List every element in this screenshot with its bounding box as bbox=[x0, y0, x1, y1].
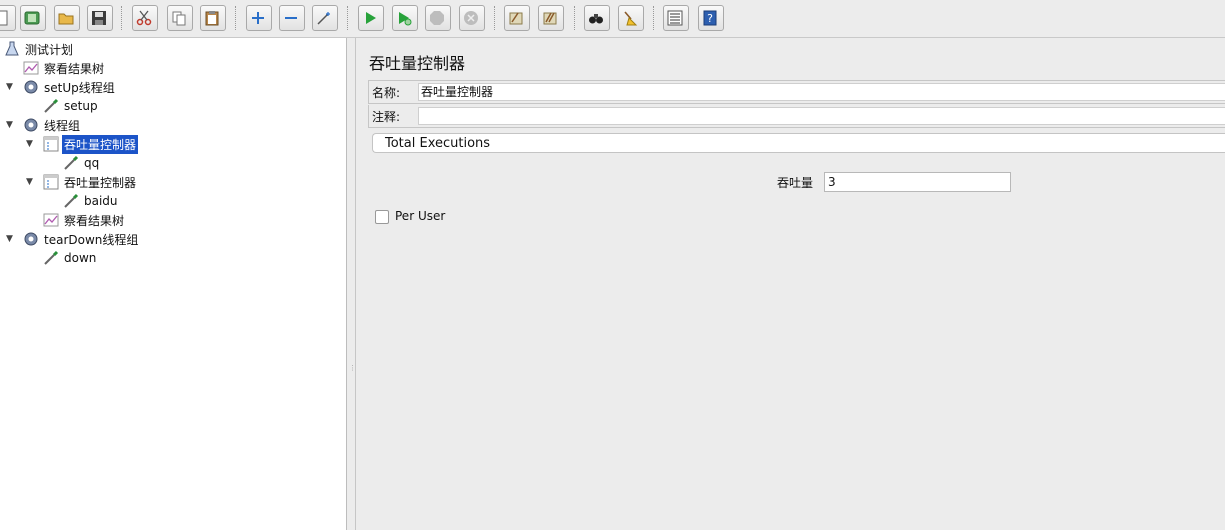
expand-arrow-icon[interactable]: ▼ bbox=[26, 177, 33, 187]
pipette-icon bbox=[64, 155, 79, 170]
flask-icon bbox=[5, 41, 19, 56]
clear-all-button[interactable] bbox=[538, 5, 564, 31]
save-button[interactable] bbox=[87, 5, 113, 31]
comment-label: 注释: bbox=[372, 110, 401, 124]
tree-node-label: baidu bbox=[84, 194, 118, 208]
gear-icon bbox=[24, 232, 38, 246]
pipette-icon bbox=[64, 193, 79, 208]
tree-node-baidu-sampler[interactable]: baidu bbox=[63, 192, 120, 210]
per-user-checkbox[interactable] bbox=[375, 210, 389, 224]
controller-icon bbox=[43, 136, 59, 152]
reset-search-button[interactable] bbox=[618, 5, 644, 31]
controller-icon bbox=[43, 174, 59, 190]
binoculars-icon bbox=[588, 14, 603, 24]
graph-icon bbox=[23, 61, 39, 75]
tree-node-label: setup bbox=[64, 99, 98, 113]
broom-clear-all-icon bbox=[543, 12, 556, 25]
tree-node-label: setUp线程组 bbox=[44, 80, 115, 95]
tree-node-label: 察看结果树 bbox=[44, 61, 105, 76]
gear-icon bbox=[24, 80, 38, 94]
list-icon bbox=[667, 10, 682, 26]
tree-node-label: qq bbox=[84, 156, 100, 170]
copy-icon bbox=[172, 11, 185, 26]
start-no-pauses-button[interactable] bbox=[392, 5, 418, 31]
tree-node-throughput-controller[interactable]: 吞吐量控制器 bbox=[43, 173, 138, 191]
gear-icon bbox=[24, 118, 38, 132]
tree-node-setup-thread-group[interactable]: setUp线程组 bbox=[23, 78, 117, 96]
templates-button[interactable] bbox=[20, 5, 46, 31]
stop-icon bbox=[429, 11, 444, 25]
floppy-disk-icon bbox=[91, 11, 106, 25]
new-plan-button[interactable] bbox=[0, 5, 16, 31]
expand-arrow-icon[interactable]: ▼ bbox=[26, 139, 33, 149]
name-row: 名称: 吞吐量控制器 bbox=[368, 80, 1225, 104]
comment-input[interactable] bbox=[418, 107, 1225, 125]
tree-node-thread-group[interactable]: 线程组 bbox=[23, 116, 82, 134]
expand-arrow-icon[interactable]: ▼ bbox=[6, 82, 13, 92]
open-button[interactable] bbox=[54, 5, 80, 31]
tree-node-qq-sampler[interactable]: qq bbox=[63, 154, 101, 172]
tree-node-label: tearDown线程组 bbox=[44, 232, 139, 247]
throughput-label: 吞吐量 bbox=[777, 176, 814, 190]
execution-mode-select[interactable]: Total Executions bbox=[372, 133, 1225, 153]
tree-node-label: 测试计划 bbox=[25, 42, 74, 57]
minus-icon bbox=[284, 17, 297, 19]
folder-open-icon bbox=[58, 13, 73, 25]
templates-icon bbox=[24, 11, 39, 25]
plus-icon bbox=[251, 12, 264, 24]
tree-node-view-results-tree[interactable]: 察看结果树 bbox=[23, 59, 106, 77]
panel-title: 吞吐量控制器 bbox=[369, 54, 466, 73]
paste-button[interactable] bbox=[200, 5, 226, 31]
controller-editor-panel: 吞吐量控制器 名称: 吞吐量控制器 注释: Total Executions 吞… bbox=[356, 38, 1225, 530]
split-pane-divider[interactable] bbox=[347, 38, 356, 530]
tree-node-label: 线程组 bbox=[44, 118, 81, 133]
tree-node-label: 吞吐量控制器 bbox=[64, 175, 137, 190]
new-file-icon bbox=[0, 10, 7, 26]
expand-arrow-icon[interactable]: ▼ bbox=[6, 120, 13, 130]
graph-icon bbox=[43, 213, 59, 227]
help-button[interactable]: ? bbox=[698, 5, 724, 31]
stop-button[interactable] bbox=[425, 5, 451, 31]
tree-node-test-plan[interactable]: 测试计划 bbox=[4, 40, 75, 58]
per-user-label: Per User bbox=[395, 209, 446, 223]
expand-all-button[interactable] bbox=[246, 5, 272, 31]
tree-node-label: 吞吐量控制器 bbox=[62, 134, 139, 154]
scissors-icon bbox=[136, 10, 151, 26]
comment-row: 注释: bbox=[368, 105, 1225, 128]
tree-node-label: 察看结果树 bbox=[64, 213, 125, 228]
tree-node-label: down bbox=[64, 251, 97, 265]
toggle-button[interactable] bbox=[312, 5, 338, 31]
shutdown-button[interactable] bbox=[459, 5, 485, 31]
collapse-all-button[interactable] bbox=[279, 5, 305, 31]
svg-text:?: ? bbox=[707, 12, 713, 25]
start-button[interactable] bbox=[358, 5, 384, 31]
function-helper-button[interactable] bbox=[663, 5, 689, 31]
tree-node-throughput-controller-selected[interactable]: 吞吐量控制器 bbox=[43, 134, 139, 154]
throughput-input[interactable]: 3 bbox=[824, 172, 1011, 192]
play-icon bbox=[365, 12, 376, 24]
broom-icon bbox=[623, 11, 637, 26]
name-input[interactable]: 吞吐量控制器 bbox=[418, 83, 1225, 101]
pipette-icon bbox=[44, 250, 59, 265]
wand-icon bbox=[316, 12, 330, 25]
broom-clear-icon bbox=[509, 12, 522, 25]
clipboard-icon bbox=[205, 11, 218, 26]
play-no-pause-icon bbox=[398, 12, 411, 26]
pipette-icon bbox=[44, 98, 59, 113]
help-book-icon: ? bbox=[703, 10, 716, 26]
tree-node-view-results-tree[interactable]: 察看结果树 bbox=[43, 211, 126, 229]
cut-button[interactable] bbox=[132, 5, 158, 31]
copy-button[interactable] bbox=[167, 5, 193, 31]
expand-arrow-icon[interactable]: ▼ bbox=[6, 234, 13, 244]
clear-button[interactable] bbox=[504, 5, 530, 31]
tree-node-setup-sampler[interactable]: setup bbox=[43, 97, 100, 115]
test-plan-tree: 测试计划 察看结果树 ▼ setUp线程组 setup ▼ 线程组 ▼ 吞吐量控… bbox=[0, 38, 347, 530]
tree-node-down-sampler[interactable]: down bbox=[43, 249, 98, 267]
tree-node-teardown-thread-group[interactable]: tearDown线程组 bbox=[23, 230, 140, 248]
name-label: 名称: bbox=[372, 86, 401, 100]
search-button[interactable] bbox=[584, 5, 610, 31]
divider-grip-icon[interactable]: ⋮ bbox=[349, 364, 356, 372]
shutdown-icon bbox=[463, 11, 478, 25]
main-toolbar: ? bbox=[0, 0, 1225, 38]
